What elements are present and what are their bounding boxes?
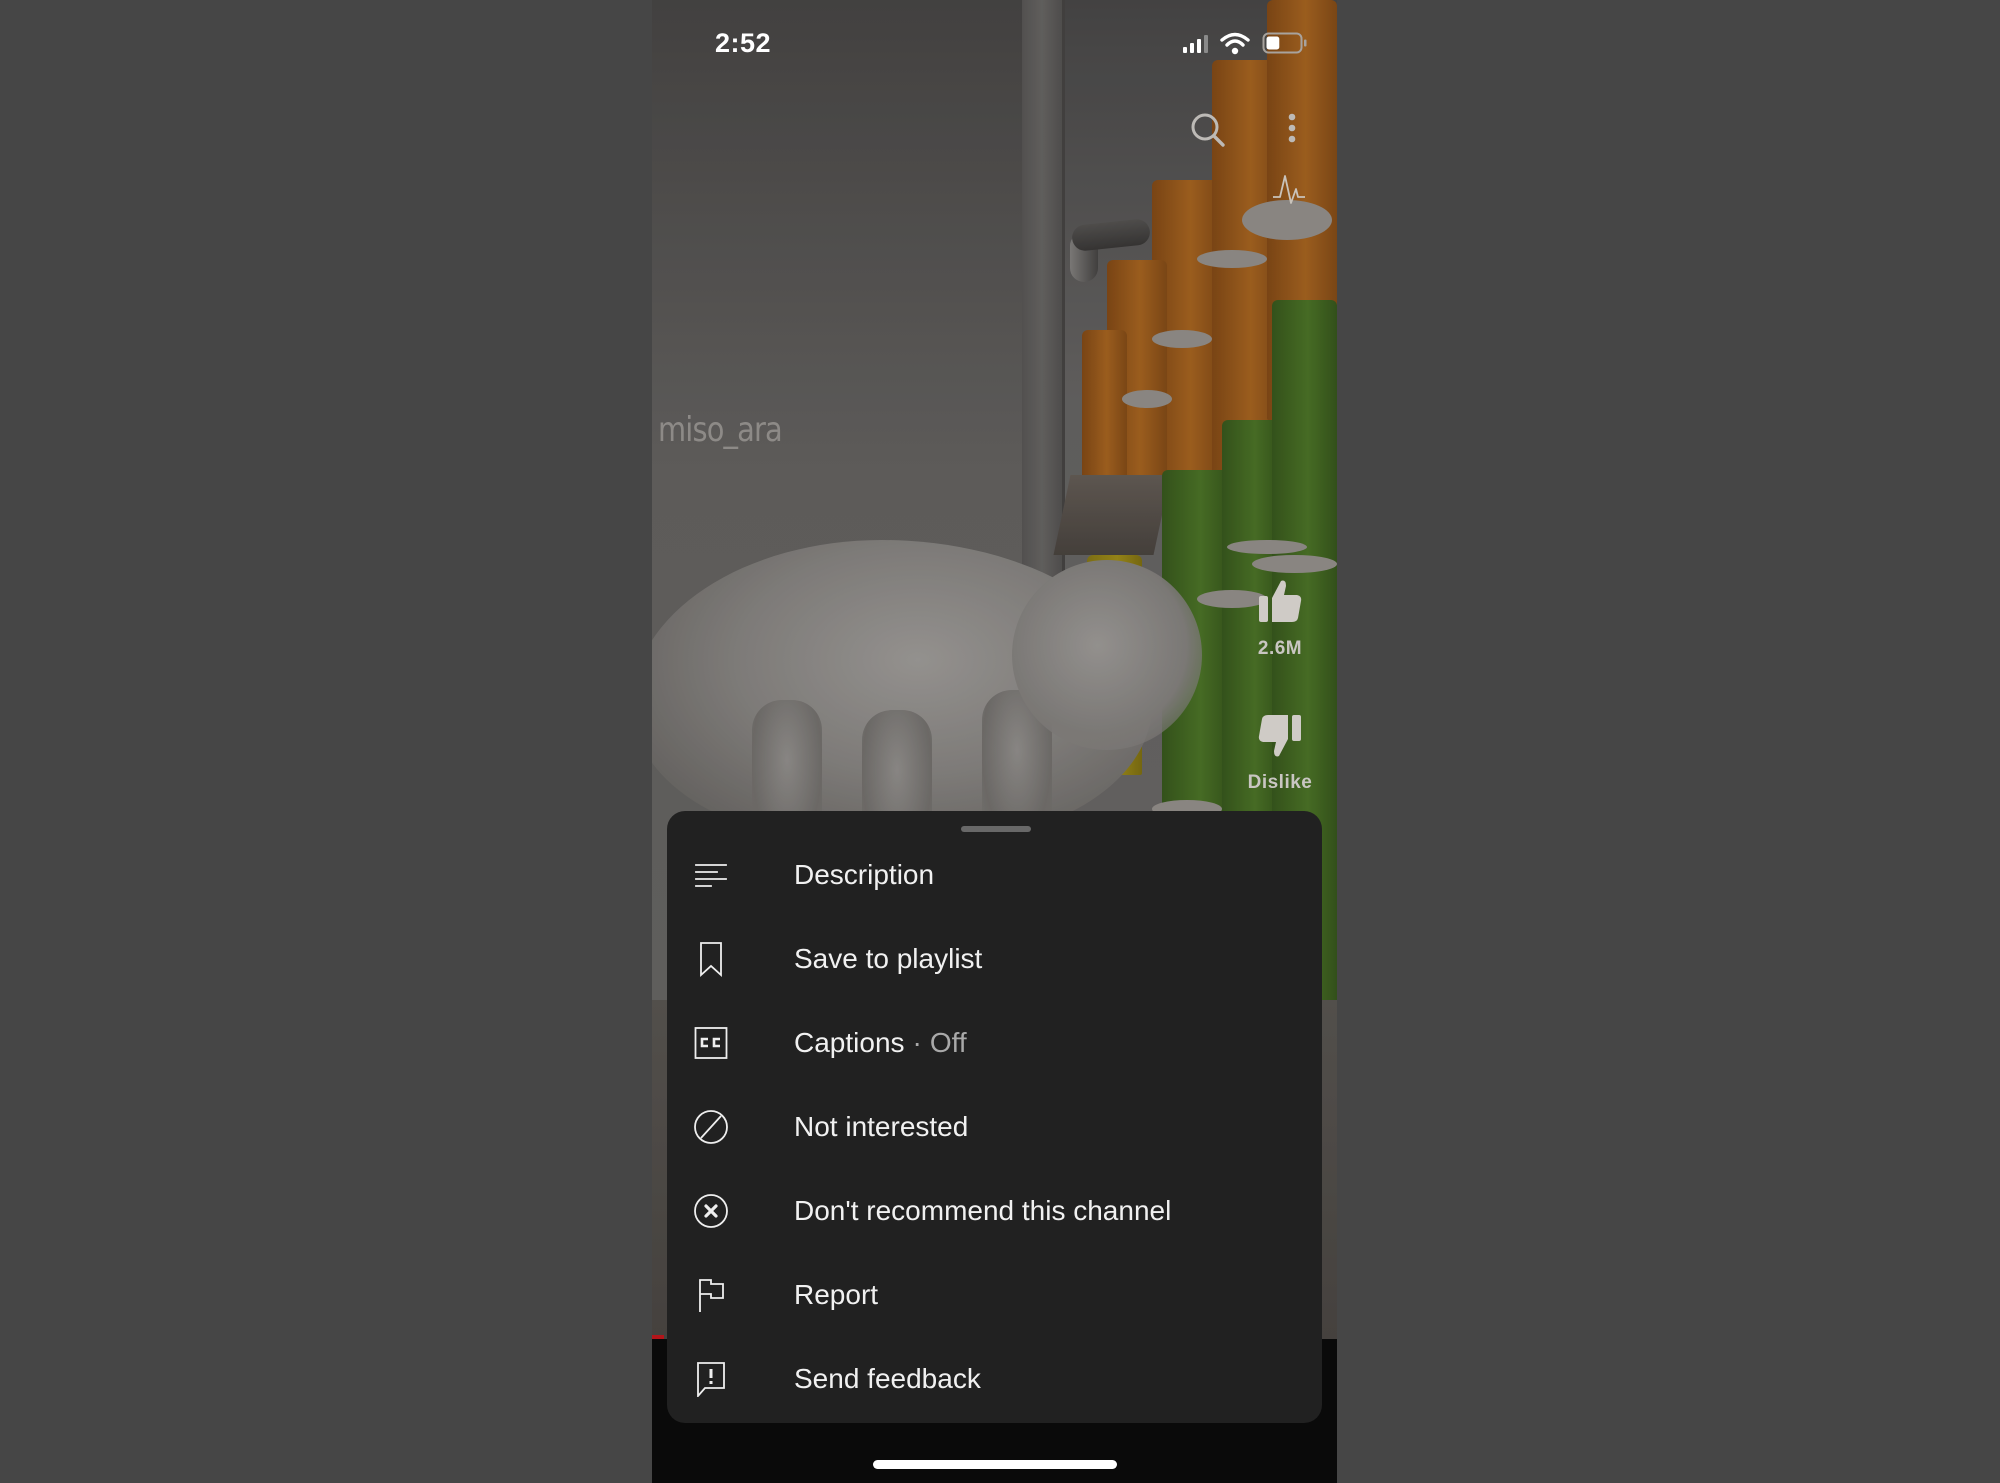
dislike-icon[interactable] [1257,713,1303,759]
menu-item-not-interested[interactable]: Not interested [667,1085,1322,1169]
wifi-icon [1220,32,1250,55]
battery-icon [1262,32,1307,54]
home-indicator[interactable] [873,1460,1117,1469]
cellular-signal-icon [1183,35,1208,53]
menu-item-label: Description [794,859,935,890]
more-options-sheet: Description Save to playlist Captions · Of… [667,811,1322,1423]
not-interested-icon [694,1110,728,1144]
menu-item-label: Not interested [794,1111,969,1142]
like-count: 2.6M [1257,638,1303,659]
search-icon[interactable] [1190,112,1226,148]
menu-item-captions[interactable]: Captions · Off [667,1001,1322,1085]
menu-item-save-to-playlist[interactable]: Save to playlist [667,917,1322,1001]
pulse-icon[interactable] [1272,173,1306,205]
flag-icon [699,1279,724,1312]
like-icon[interactable] [1257,578,1303,624]
captions-label: Captions [794,1027,905,1058]
video-watermark: miso_ara [658,410,783,450]
menu-item-label: Report [794,1279,879,1310]
captions-icon [694,1027,728,1059]
menu-item-label: Send feedback [794,1363,981,1394]
bookmark-icon [700,942,722,977]
captions-state: Off [929,1027,967,1058]
dont-recommend-icon [694,1194,728,1228]
menu-item-send-feedback[interactable]: Send feedback [667,1337,1322,1421]
menu-item-label: Don't recommend this channel [794,1195,1172,1226]
more-options-icon[interactable] [1284,112,1300,144]
menu-item-report[interactable]: Report [667,1253,1322,1337]
video-progress-bar[interactable] [652,1335,664,1339]
description-icon [695,864,727,887]
sheet-drag-handle[interactable] [961,826,1031,832]
menu-item-label: Captions · Off [794,1001,967,1085]
menu-item-description[interactable]: Description [667,833,1322,917]
captions-separator: · [912,1027,922,1058]
dislike-label: Dislike [1247,772,1313,793]
menu-item-dont-recommend-channel[interactable]: Don't recommend this channel [667,1169,1322,1253]
status-time: 2:52 [715,28,772,58]
menu-item-label: Save to playlist [794,943,983,974]
status-icons [1182,30,1312,56]
phone-screen: miso_ara 2:52 2.6M Dislike Description S… [652,0,1337,1483]
feedback-icon [697,1362,725,1397]
